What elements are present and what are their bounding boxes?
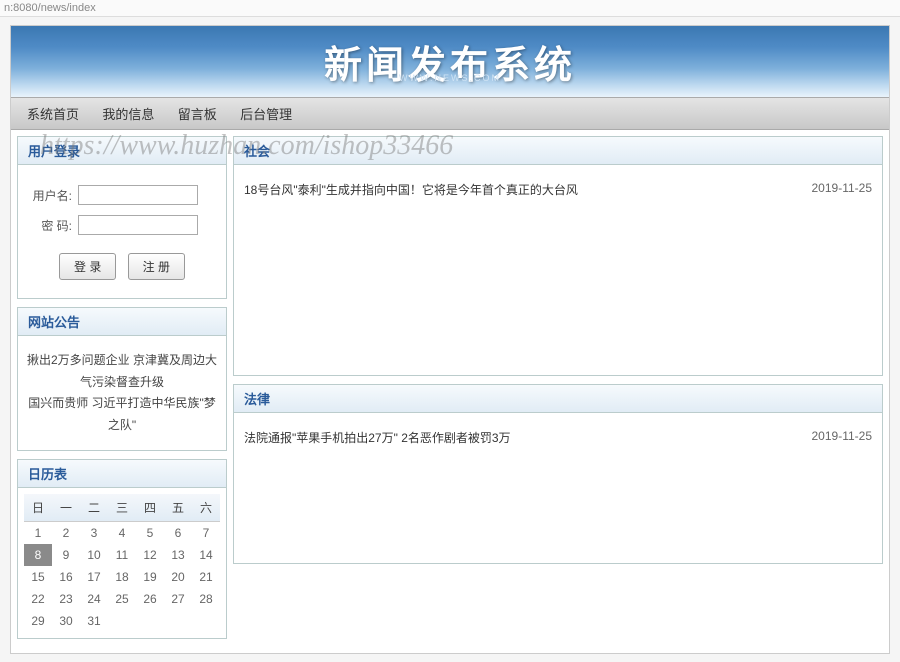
calendar-weekday: 四	[136, 494, 164, 522]
calendar-day[interactable]: 7	[192, 522, 220, 545]
calendar-day	[136, 610, 164, 632]
calendar-table: 日一二三四五六 12345678910111213141516171819202…	[24, 494, 220, 632]
login-panel-header: 用户登录	[18, 137, 226, 165]
calendar-panel: 日历表 日一二三四五六 1234567891011121314151617181…	[17, 459, 227, 639]
calendar-weekday: 五	[164, 494, 192, 522]
login-panel: 用户登录 用户名: 密 码: 登 录 注 册	[17, 136, 227, 299]
nav-item-home[interactable]: 系统首页	[17, 102, 89, 125]
calendar-day[interactable]: 2	[52, 522, 80, 545]
address-bar: n:8080/news/index	[0, 0, 900, 17]
calendar-day[interactable]: 6	[164, 522, 192, 545]
nav-bar: 系统首页 我的信息 留言板 后台管理	[11, 98, 889, 130]
calendar-day[interactable]: 8	[24, 544, 52, 566]
news-item[interactable]: 18号台风"泰利"生成并指向中国！它将是今年首个真正的大台风 2019-11-2…	[244, 179, 872, 200]
calendar-day[interactable]: 25	[108, 588, 136, 610]
calendar-day[interactable]: 11	[108, 544, 136, 566]
announcement-item: 揪出2万多问题企业 京津冀及周边大气污染督查升级	[26, 350, 218, 393]
calendar-day	[164, 610, 192, 632]
calendar-day[interactable]: 30	[52, 610, 80, 632]
calendar-day[interactable]: 5	[136, 522, 164, 545]
announcement-item: 国兴而贵师 习近平打造中华民族"梦之队"	[26, 393, 218, 436]
username-row: 用户名:	[28, 185, 216, 205]
calendar-day[interactable]: 1	[24, 522, 52, 545]
content: 用户登录 用户名: 密 码: 登 录 注 册	[11, 130, 889, 653]
calendar-day[interactable]: 22	[24, 588, 52, 610]
calendar-day[interactable]: 12	[136, 544, 164, 566]
main: 社会 18号台风"泰利"生成并指向中国！它将是今年首个真正的大台风 2019-1…	[233, 136, 883, 647]
password-row: 密 码:	[28, 215, 216, 235]
news-list-society: 18号台风"泰利"生成并指向中国！它将是今年首个真正的大台风 2019-11-2…	[234, 165, 882, 214]
news-list-law: 法院通报"苹果手机拍出27万" 2名恶作剧者被罚3万 2019-11-25	[234, 413, 882, 462]
calendar-weekday: 一	[52, 494, 80, 522]
news-date: 2019-11-25	[812, 429, 873, 446]
calendar-day[interactable]: 28	[192, 588, 220, 610]
calendar-weekday: 三	[108, 494, 136, 522]
calendar-weekday: 六	[192, 494, 220, 522]
section-header-society: 社会	[234, 137, 882, 165]
sidebar: 用户登录 用户名: 密 码: 登 录 注 册	[17, 136, 227, 647]
calendar-day[interactable]: 15	[24, 566, 52, 588]
login-buttons: 登 录 注 册	[28, 253, 216, 280]
calendar-day[interactable]: 24	[80, 588, 108, 610]
register-button[interactable]: 注 册	[128, 253, 185, 280]
password-label: 密 码:	[28, 217, 78, 234]
calendar-day	[192, 610, 220, 632]
announcement-panel: 网站公告 揪出2万多问题企业 京津冀及周边大气污染督查升级 国兴而贵师 习近平打…	[17, 307, 227, 451]
calendar-day[interactable]: 9	[52, 544, 80, 566]
news-section-law: 法律 法院通报"苹果手机拍出27万" 2名恶作剧者被罚3万 2019-11-25	[233, 384, 883, 564]
news-date: 2019-11-25	[812, 181, 873, 198]
news-title: 法院通报"苹果手机拍出27万" 2名恶作剧者被罚3万	[244, 429, 511, 446]
announcement-header: 网站公告	[18, 308, 226, 336]
announcement-body: 揪出2万多问题企业 京津冀及周边大气污染督查升级 国兴而贵师 习近平打造中华民族…	[18, 336, 226, 450]
banner-sub: WWW.NEWS.COM	[399, 73, 501, 83]
calendar-day	[108, 610, 136, 632]
calendar-day[interactable]: 21	[192, 566, 220, 588]
calendar-day[interactable]: 16	[52, 566, 80, 588]
calendar-day[interactable]: 23	[52, 588, 80, 610]
banner: 新闻发布系统 WWW.NEWS.COM	[11, 26, 889, 98]
nav-item-board[interactable]: 留言板	[168, 102, 227, 125]
calendar-weekday: 日	[24, 494, 52, 522]
calendar-day[interactable]: 14	[192, 544, 220, 566]
news-title: 18号台风"泰利"生成并指向中国！它将是今年首个真正的大台风	[244, 181, 578, 198]
calendar-day[interactable]: 17	[80, 566, 108, 588]
calendar-day[interactable]: 31	[80, 610, 108, 632]
section-header-law: 法律	[234, 385, 882, 413]
calendar-day[interactable]: 20	[164, 566, 192, 588]
calendar-day[interactable]: 3	[80, 522, 108, 545]
calendar-weekday: 二	[80, 494, 108, 522]
calendar-day[interactable]: 10	[80, 544, 108, 566]
nav-item-admin[interactable]: 后台管理	[230, 102, 302, 125]
username-label: 用户名:	[28, 187, 78, 204]
calendar-day[interactable]: 18	[108, 566, 136, 588]
username-input[interactable]	[78, 185, 198, 205]
calendar-day[interactable]: 27	[164, 588, 192, 610]
calendar-day[interactable]: 26	[136, 588, 164, 610]
calendar-body: 日一二三四五六 12345678910111213141516171819202…	[18, 488, 226, 638]
calendar-day[interactable]: 29	[24, 610, 52, 632]
login-panel-body: 用户名: 密 码: 登 录 注 册	[18, 165, 226, 298]
news-item[interactable]: 法院通报"苹果手机拍出27万" 2名恶作剧者被罚3万 2019-11-25	[244, 427, 872, 448]
password-input[interactable]	[78, 215, 198, 235]
calendar-header: 日历表	[18, 460, 226, 488]
news-section-society: 社会 18号台风"泰利"生成并指向中国！它将是今年首个真正的大台风 2019-1…	[233, 136, 883, 376]
calendar-day[interactable]: 19	[136, 566, 164, 588]
calendar-day[interactable]: 4	[108, 522, 136, 545]
login-button[interactable]: 登 录	[59, 253, 116, 280]
page-wrapper: 新闻发布系统 WWW.NEWS.COM 系统首页 我的信息 留言板 后台管理 用…	[10, 25, 890, 654]
nav-item-myinfo[interactable]: 我的信息	[92, 102, 164, 125]
calendar-day[interactable]: 13	[164, 544, 192, 566]
